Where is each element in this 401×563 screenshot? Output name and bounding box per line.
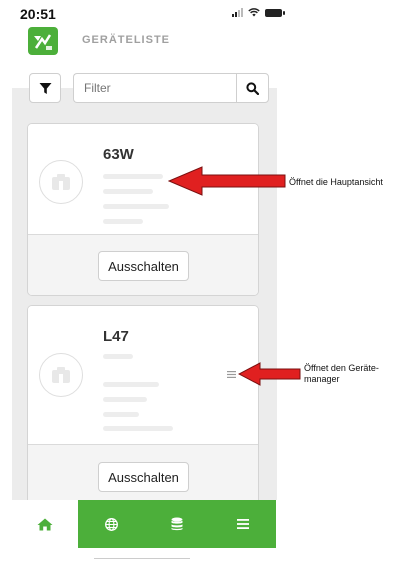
funnel-icon — [39, 82, 51, 94]
device-name: 63W — [103, 146, 134, 163]
blurred-detail — [103, 426, 173, 431]
device-card[interactable]: L47 Ausschalten — [27, 305, 259, 505]
battery-icon — [265, 8, 285, 17]
status-time: 20:51 — [20, 6, 56, 22]
status-icons — [232, 8, 285, 17]
switch-off-button[interactable]: Ausschalten — [98, 251, 189, 281]
signal-icon — [232, 8, 243, 17]
blurred-detail — [103, 354, 133, 359]
blurred-detail — [103, 174, 163, 179]
blurred-detail — [103, 412, 139, 417]
device-placeholder-icon — [52, 367, 70, 383]
blurred-detail — [103, 204, 169, 209]
blurred-detail — [103, 382, 159, 387]
device-card[interactable]: 63W Ausschalten — [27, 123, 259, 296]
device-name: L47 — [103, 328, 129, 345]
switch-off-button[interactable]: Ausschalten — [98, 462, 189, 492]
device-placeholder-icon — [52, 174, 70, 190]
nav-menu[interactable] — [210, 500, 276, 548]
blurred-detail — [103, 397, 147, 402]
blurred-detail — [103, 219, 143, 224]
search-button[interactable] — [236, 73, 269, 103]
filter-input[interactable] — [73, 73, 236, 103]
device-manager-menu-icon[interactable] — [227, 370, 236, 381]
bottom-edge — [94, 558, 190, 563]
app-logo — [28, 27, 58, 55]
database-icon — [171, 517, 183, 531]
bottom-nav — [12, 500, 276, 548]
nav-globe[interactable] — [78, 500, 144, 548]
annotation-arrow-device-manager — [238, 362, 301, 386]
annotation-device-manager: Öffnet den Geräte- manager — [304, 363, 379, 384]
device-avatar — [39, 160, 83, 204]
wifi-icon — [248, 8, 260, 17]
home-icon — [37, 518, 53, 530]
globe-icon — [104, 517, 118, 531]
filter-button[interactable] — [29, 73, 61, 103]
search-icon — [246, 81, 259, 95]
page-title: GERÄTELISTE — [82, 34, 171, 46]
annotation-main-view: Öffnet die Hauptansicht — [289, 177, 383, 187]
annotation-arrow-main-view — [168, 166, 286, 196]
nav-home[interactable] — [12, 500, 78, 548]
menu-icon — [237, 519, 249, 529]
nav-database[interactable] — [144, 500, 210, 548]
blurred-detail — [103, 189, 153, 194]
device-avatar — [39, 353, 83, 397]
